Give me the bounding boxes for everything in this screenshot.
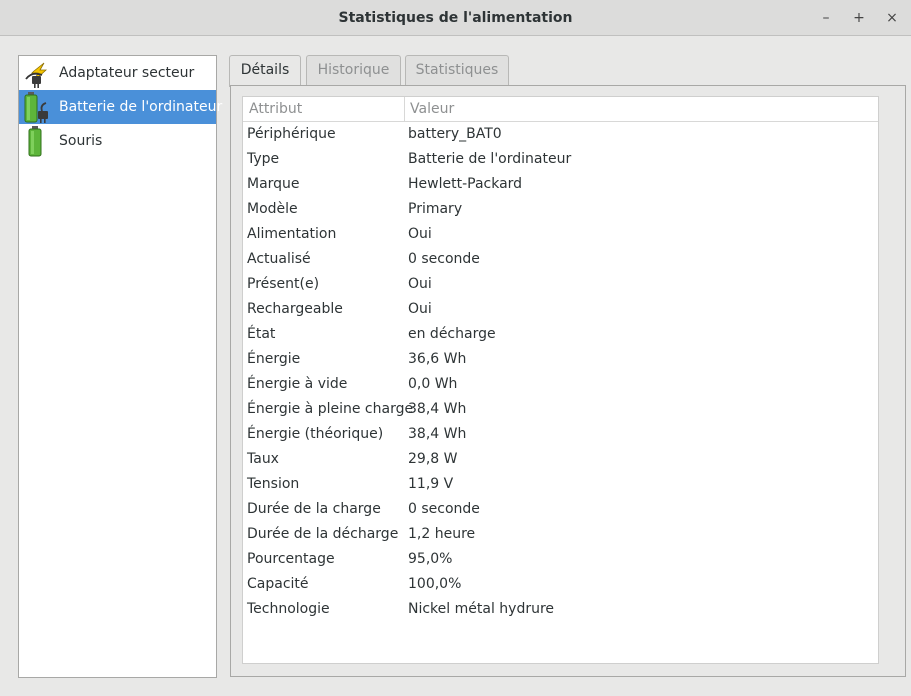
device-label: Souris xyxy=(59,133,103,149)
table-row[interactable]: Modèle Primary xyxy=(243,197,878,222)
attribute-cell: Périphérique xyxy=(247,126,336,142)
value-cell: 0,0 Wh xyxy=(408,376,458,392)
tab-statistics[interactable]: Statistiques xyxy=(405,55,509,86)
details-table: Attribut Valeur Périphérique battery_BAT0… xyxy=(242,96,879,664)
device-label: Batterie de l'ordinateur xyxy=(59,99,223,115)
table-row[interactable]: Tension 11,9 V xyxy=(243,472,878,497)
device-item-battery[interactable]: Batterie de l'ordinateur xyxy=(19,90,222,124)
table-row[interactable]: Pourcentage 95,0% xyxy=(243,547,878,572)
table-row[interactable]: Durée de la charge 0 seconde xyxy=(243,497,878,522)
attribute-cell: Énergie à vide xyxy=(247,376,348,392)
table-header: Attribut Valeur xyxy=(243,97,878,122)
value-cell: 0 seconde xyxy=(408,251,480,267)
value-cell: 38,4 Wh xyxy=(408,401,467,417)
attribute-cell: Alimentation xyxy=(247,226,337,242)
close-button[interactable]: × xyxy=(883,9,901,27)
table-row[interactable]: Présent(e) Oui xyxy=(243,272,878,297)
device-item-mouse[interactable]: Souris xyxy=(19,124,216,158)
attribute-cell: Durée de la décharge xyxy=(247,526,399,542)
value-cell: Nickel métal hydrure xyxy=(408,601,555,617)
column-divider[interactable] xyxy=(404,97,405,121)
tab-details[interactable]: Détails xyxy=(229,55,301,87)
attribute-cell: Technologie xyxy=(247,601,330,617)
attribute-cell: Marque xyxy=(247,176,300,192)
table-row[interactable]: État en décharge xyxy=(243,322,878,347)
value-cell: 38,4 Wh xyxy=(408,426,467,442)
mouse-battery-icon xyxy=(22,125,54,157)
attribute-cell: Pourcentage xyxy=(247,551,335,567)
maximize-button[interactable]: + xyxy=(850,9,868,27)
table-row[interactable]: Rechargeable Oui xyxy=(243,297,878,322)
attribute-cell: État xyxy=(247,326,276,342)
attribute-cell: Taux xyxy=(247,451,279,467)
value-cell: battery_BAT0 xyxy=(408,126,502,142)
value-cell: 95,0% xyxy=(408,551,453,567)
table-row[interactable]: Énergie (théorique) 38,4 Wh xyxy=(243,422,878,447)
value-cell: 36,6 Wh xyxy=(408,351,467,367)
attribute-cell: Durée de la charge xyxy=(247,501,381,517)
window-title: Statistiques de l'alimentation xyxy=(338,10,573,26)
attribute-cell: Modèle xyxy=(247,201,298,217)
value-cell: 100,0% xyxy=(408,576,462,592)
table-row[interactable]: Énergie à vide 0,0 Wh xyxy=(243,372,878,397)
value-cell: 11,9 V xyxy=(408,476,454,492)
table-row[interactable]: Énergie à pleine charge 38,4 Wh xyxy=(243,397,878,422)
value-cell: Batterie de l'ordinateur xyxy=(408,151,572,167)
value-cell: Oui xyxy=(408,226,432,242)
battery-icon xyxy=(22,91,54,123)
table-row[interactable]: Taux 29,8 W xyxy=(243,447,878,472)
attribute-cell: Énergie (théorique) xyxy=(247,426,384,442)
attribute-cell: Actualisé xyxy=(247,251,311,267)
table-row[interactable]: Périphérique battery_BAT0 xyxy=(243,122,878,147)
table-row[interactable]: Marque Hewlett-Packard xyxy=(243,172,878,197)
value-cell: 0 seconde xyxy=(408,501,480,517)
value-cell: en décharge xyxy=(408,326,496,342)
attribute-cell: Énergie à pleine charge xyxy=(247,401,414,417)
value-cell: 29,8 W xyxy=(408,451,458,467)
value-cell: Primary xyxy=(408,201,463,217)
table-row[interactable]: Énergie 36,6 Wh xyxy=(243,347,878,372)
value-cell: 1,2 heure xyxy=(408,526,476,542)
table-row[interactable]: Actualisé 0 seconde xyxy=(243,247,878,272)
device-item-ac-adapter[interactable]: Adaptateur secteur xyxy=(19,56,216,90)
column-header-value[interactable]: Valeur xyxy=(410,101,454,117)
title-bar: Statistiques de l'alimentation – + × xyxy=(0,0,911,36)
attribute-cell: Capacité xyxy=(247,576,309,592)
minimize-button[interactable]: – xyxy=(817,9,835,27)
attribute-cell: Rechargeable xyxy=(247,301,343,317)
table-row[interactable]: Durée de la décharge 1,2 heure xyxy=(243,522,878,547)
attribute-cell: Présent(e) xyxy=(247,276,320,292)
ac-adapter-icon xyxy=(22,57,54,89)
tab-history[interactable]: Historique xyxy=(306,55,401,86)
value-cell: Oui xyxy=(408,301,432,317)
device-list: Adaptateur secteur Batterie de l'ordinat… xyxy=(18,55,222,678)
table-row[interactable]: Technologie Nickel métal hydrure xyxy=(243,597,878,622)
device-label: Adaptateur secteur xyxy=(59,65,195,81)
column-header-attribute[interactable]: Attribut xyxy=(249,101,302,117)
value-cell: Oui xyxy=(408,276,432,292)
table-row[interactable]: Type Batterie de l'ordinateur xyxy=(243,147,878,172)
table-row[interactable]: Capacité 100,0% xyxy=(243,572,878,597)
attribute-cell: Énergie xyxy=(247,351,301,367)
attribute-cell: Tension xyxy=(247,476,300,492)
table-row[interactable]: Alimentation Oui xyxy=(243,222,878,247)
attribute-cell: Type xyxy=(247,151,280,167)
value-cell: Hewlett-Packard xyxy=(408,176,523,192)
